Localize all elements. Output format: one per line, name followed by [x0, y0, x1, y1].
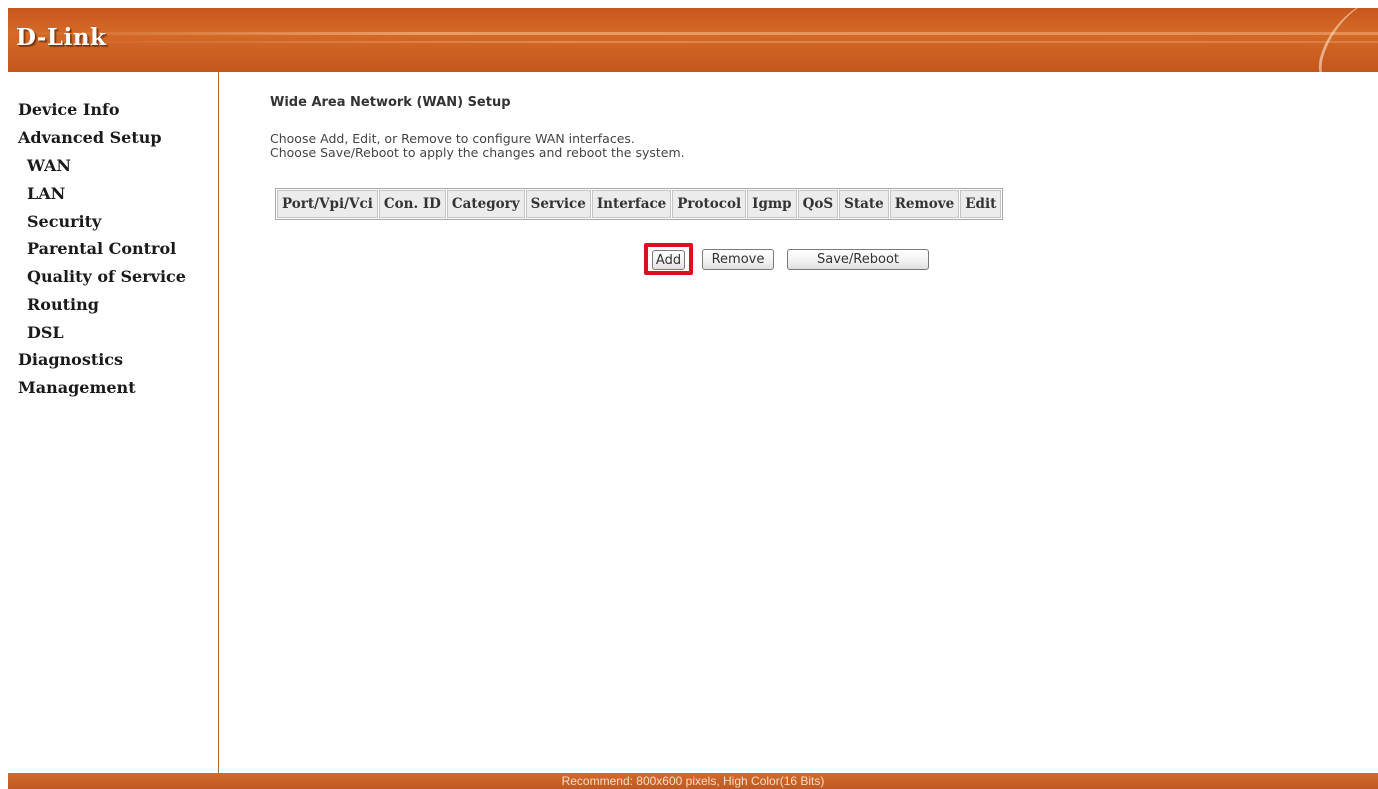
remove-button[interactable]: Remove — [702, 249, 774, 270]
header-stripe — [8, 32, 1378, 35]
header-stripe — [8, 41, 1378, 43]
column-header-con-id: Con. ID — [378, 190, 446, 218]
wan-interfaces-table: Port/Vpi/Vci Con. ID Category Service In… — [275, 188, 1004, 220]
column-header-edit: Edit — [960, 190, 1002, 218]
sidebar-nav: Device Info Advanced Setup WAN LAN Secur… — [8, 72, 219, 773]
sidebar-item-quality-of-service[interactable]: Quality of Service — [27, 267, 186, 286]
sidebar-item-dsl[interactable]: DSL — [27, 323, 64, 342]
sidebar-item-management[interactable]: Management — [18, 378, 136, 397]
sidebar-item-device-info[interactable]: Device Info — [18, 100, 120, 119]
column-header-service: Service — [525, 190, 591, 218]
column-header-igmp: Igmp — [747, 190, 797, 218]
table-header-row: Port/Vpi/Vci Con. ID Category Service In… — [277, 190, 1002, 218]
header-banner: D-Link — [8, 8, 1378, 72]
sidebar-item-routing[interactable]: Routing — [27, 295, 99, 314]
router-admin-page: D-Link Device Info Advanced Setup WAN LA… — [8, 8, 1378, 789]
sidebar-item-security[interactable]: Security — [27, 212, 101, 231]
page-description: Choose Add, Edit, or Remove to configure… — [270, 132, 685, 160]
description-line: Choose Save/Reboot to apply the changes … — [270, 145, 685, 160]
column-header-state: State — [839, 190, 889, 218]
header-swoosh — [1308, 8, 1378, 72]
sidebar-item-wan[interactable]: WAN — [27, 156, 71, 175]
column-header-protocol: Protocol — [672, 190, 747, 218]
page-title: Wide Area Network (WAN) Setup — [270, 95, 511, 110]
column-header-category: Category — [446, 190, 525, 218]
action-buttons: Add Remove Save/Reboot — [270, 243, 1370, 275]
column-header-interface: Interface — [591, 190, 672, 218]
footer-bar: Recommend: 800x600 pixels, High Color(16… — [8, 773, 1378, 789]
column-header-qos: QoS — [797, 190, 839, 218]
sidebar-item-advanced-setup[interactable]: Advanced Setup — [18, 128, 162, 147]
description-line: Choose Add, Edit, or Remove to configure… — [270, 131, 635, 146]
sidebar-item-parental-control[interactable]: Parental Control — [27, 239, 176, 258]
add-button[interactable]: Add — [652, 250, 685, 270]
footer-text: Recommend: 800x600 pixels, High Color(16… — [561, 774, 825, 788]
column-header-port-vpi-vci: Port/Vpi/Vci — [277, 190, 378, 218]
dlink-logo: D-Link — [16, 24, 107, 51]
sidebar-item-lan[interactable]: LAN — [27, 184, 65, 203]
add-button-highlight: Add — [644, 243, 693, 275]
sidebar-item-diagnostics[interactable]: Diagnostics — [18, 350, 123, 369]
save-reboot-button[interactable]: Save/Reboot — [787, 249, 929, 270]
column-header-remove: Remove — [889, 190, 960, 218]
